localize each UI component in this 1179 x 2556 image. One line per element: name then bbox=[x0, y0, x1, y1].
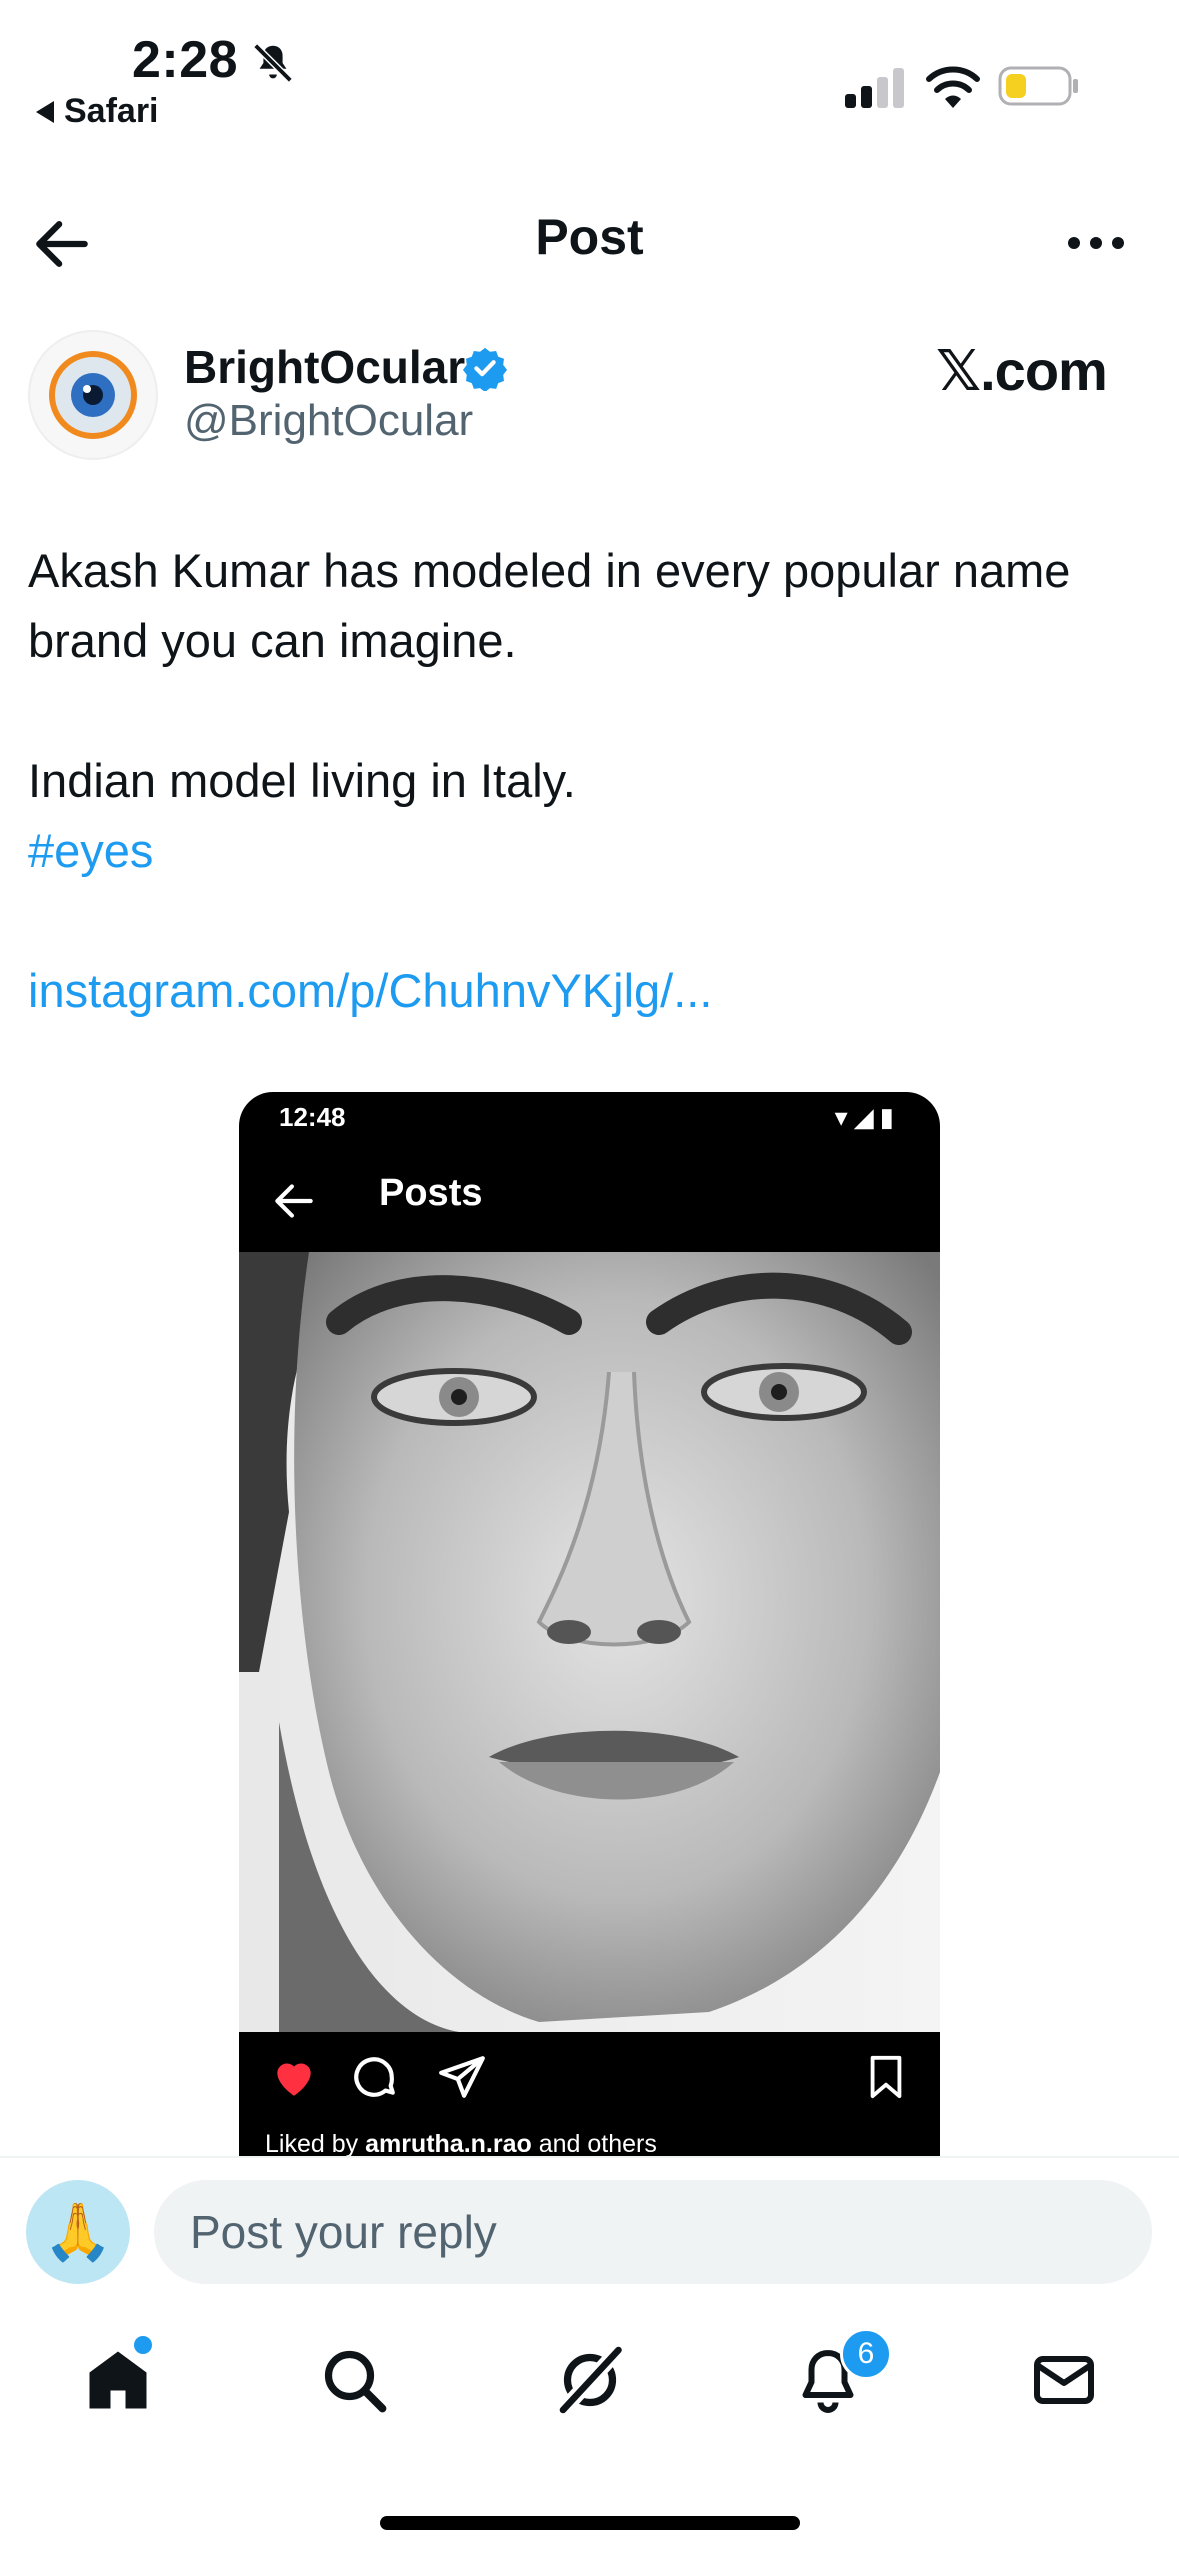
media-comment-icon bbox=[354, 2057, 395, 2097]
media-title: Posts bbox=[379, 1172, 483, 1214]
media-like-heart-icon bbox=[277, 2063, 311, 2096]
media-share-icon bbox=[439, 2056, 485, 2098]
wifi-icon bbox=[926, 66, 980, 108]
messages-envelope-icon[interactable] bbox=[1028, 2344, 1100, 2416]
author-handle[interactable]: @BrightOcular bbox=[184, 396, 473, 446]
media-status-time: 12:48 bbox=[279, 1102, 346, 1132]
hashtag-link[interactable]: #eyes bbox=[28, 816, 1168, 886]
reply-user-avatar[interactable]: 🙏 bbox=[26, 2180, 130, 2284]
home-indicator[interactable] bbox=[380, 2516, 800, 2530]
liked-by-user: amrutha.n.rao bbox=[365, 2130, 532, 2157]
liked-by-prefix: Liked by bbox=[265, 2130, 366, 2157]
page-title: Post bbox=[535, 209, 644, 265]
back-triangle-icon bbox=[36, 100, 54, 123]
liked-by-suffix: and others bbox=[531, 2130, 657, 2157]
tweet-text-line: Indian model living in Italy. bbox=[28, 754, 576, 807]
author-avatar[interactable] bbox=[28, 330, 158, 460]
grok-icon[interactable] bbox=[554, 2344, 626, 2416]
tweet-text-line: Akash Kumar has modeled in every popular… bbox=[28, 544, 1071, 597]
tweet-text-line: brand you can imagine. bbox=[28, 614, 517, 667]
verified-badge-icon bbox=[462, 347, 508, 391]
portrait-photo bbox=[239, 1252, 940, 2032]
more-options-icon[interactable] bbox=[1064, 228, 1128, 258]
source-domain: 𝕏.com bbox=[936, 339, 1108, 402]
status-time: 2:28 bbox=[132, 31, 239, 89]
media-status-icons: ▾◢▮ bbox=[834, 1102, 900, 1132]
eye-logo-icon bbox=[49, 351, 137, 439]
bell-off-icon bbox=[253, 43, 293, 83]
cellular-signal-icon bbox=[845, 68, 904, 108]
tweet-media-image[interactable]: 12:48 ▾◢▮ Posts Liked by amrutha.n.rao a… bbox=[239, 1092, 940, 2157]
media-back-arrow-icon bbox=[275, 1184, 313, 1218]
back-to-safari[interactable]: Safari bbox=[36, 92, 159, 131]
author-name[interactable]: BrightOcular bbox=[184, 340, 465, 394]
media-liked-by: Liked by amrutha.n.rao and others bbox=[265, 2130, 657, 2157]
reply-divider bbox=[0, 2156, 1179, 2158]
instagram-link[interactable]: instagram.com/p/ChuhnvYKjlg/... bbox=[28, 956, 1168, 1026]
notifications-badge: 6 bbox=[840, 2328, 892, 2380]
search-icon[interactable] bbox=[318, 2344, 390, 2416]
battery-icon bbox=[998, 66, 1078, 106]
media-bookmark-icon bbox=[870, 2055, 902, 2099]
back-app-label: Safari bbox=[64, 92, 159, 130]
reply-input[interactable] bbox=[154, 2180, 1152, 2284]
home-icon[interactable] bbox=[82, 2344, 154, 2416]
home-unread-dot bbox=[134, 2336, 152, 2354]
